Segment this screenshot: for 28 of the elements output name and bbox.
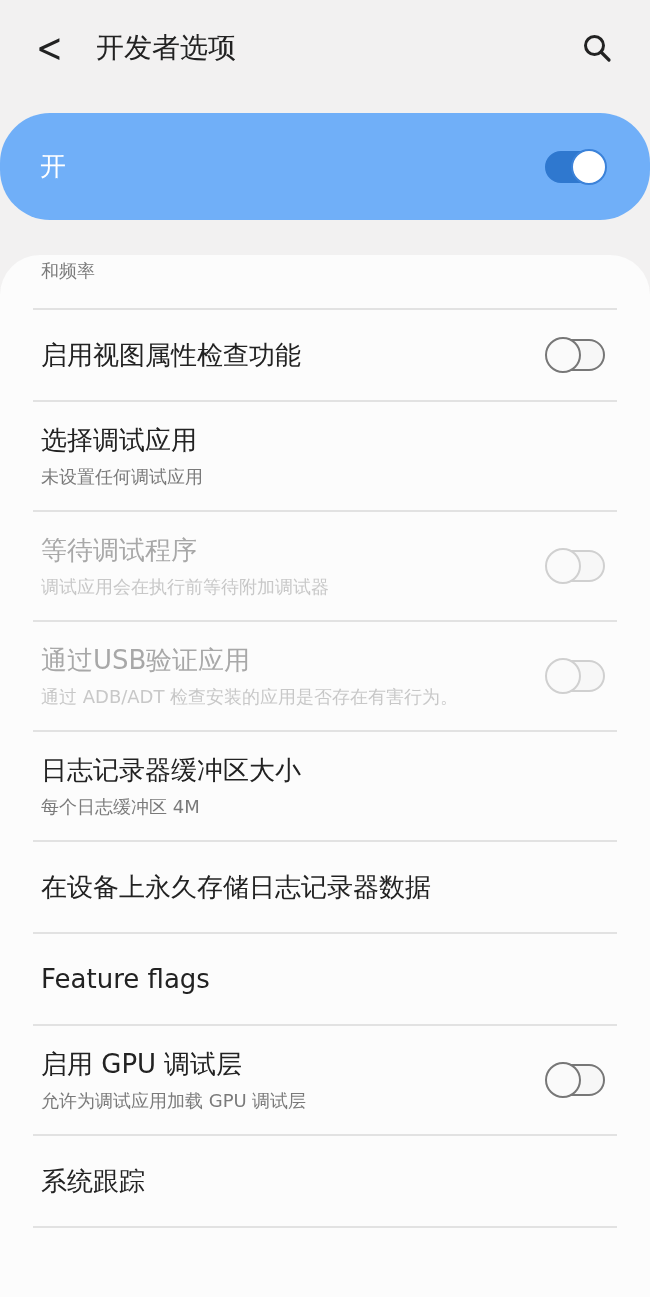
setting-summary: 每个日志缓冲区 4M — [41, 795, 201, 819]
settings-row[interactable]: 系统跟踪 — [33, 1136, 617, 1228]
settings-row[interactable]: 在设备上永久存储日志记录器数据 — [33, 842, 617, 934]
setting-title: 通过USB验证应用 — [41, 644, 252, 677]
setting-summary: 允许为调试应用加载 GPU 调试层 — [41, 1089, 307, 1113]
setting-summary: 和频率 — [41, 259, 95, 283]
settings-row[interactable]: Feature flags — [33, 934, 617, 1026]
master-switch-label: 开 — [40, 150, 66, 183]
settings-row[interactable]: 选择调试应用 未设置任何调试应用 — [33, 402, 617, 512]
setting-title: 系统跟踪 — [41, 1165, 145, 1198]
search-icon[interactable] — [582, 32, 612, 63]
settings-row[interactable]: 日志记录器缓冲区大小 每个日志缓冲区 4M — [33, 732, 617, 842]
setting-summary: 未设置任何调试应用 — [41, 465, 203, 489]
setting-title: Feature flags — [41, 963, 210, 996]
setting-title: 等待调试程序 — [41, 534, 198, 567]
setting-title: 选择调试应用 — [41, 424, 198, 457]
toggle-switch[interactable] — [547, 1064, 605, 1096]
settings-row[interactable]: 和频率 — [33, 255, 617, 310]
toggle-switch[interactable] — [545, 150, 605, 183]
settings-row[interactable]: 启用 GPU 调试层 允许为调试应用加载 GPU 调试层 — [33, 1026, 617, 1136]
page-title: 开发者选项 — [96, 29, 237, 66]
back-button[interactable]: < — [36, 22, 96, 73]
setting-title: 在设备上永久存储日志记录器数据 — [41, 871, 431, 904]
setting-title: 启用视图属性检查功能 — [41, 339, 301, 372]
toggle-switch[interactable] — [547, 339, 605, 371]
setting-title: 日志记录器缓冲区大小 — [41, 754, 301, 787]
setting-title: 启用 GPU 调试层 — [41, 1048, 244, 1081]
settings-row[interactable]: 启用视图属性检查功能 — [33, 310, 617, 402]
